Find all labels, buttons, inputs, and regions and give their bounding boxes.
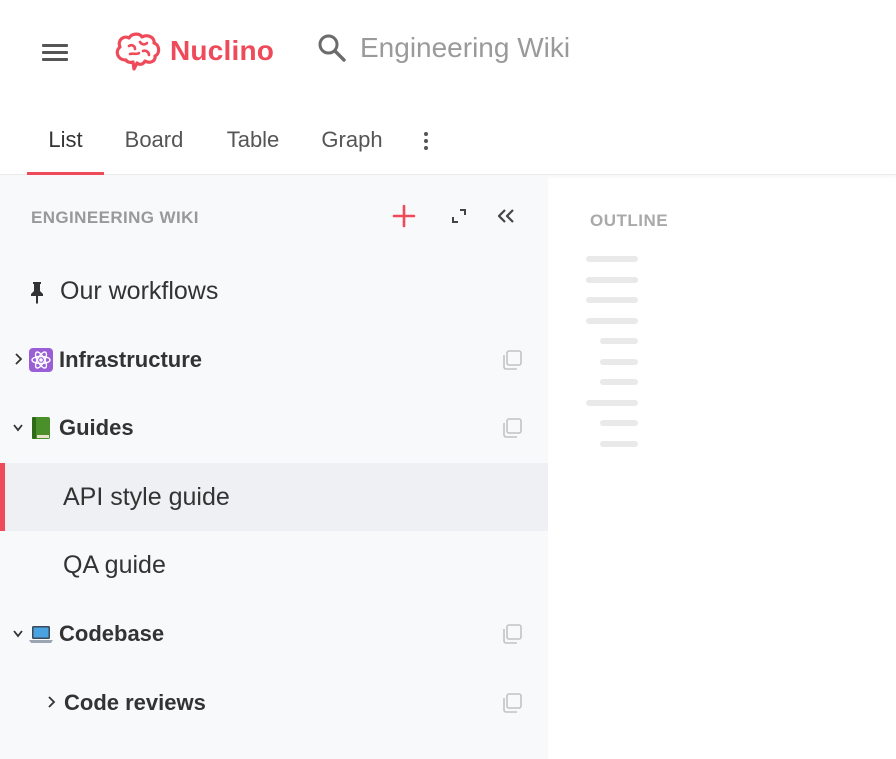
chevron-down-icon[interactable] <box>12 420 24 434</box>
tree-item-infrastructure[interactable]: Infrastructure <box>0 326 548 394</box>
app-name: Nuclino <box>170 35 275 66</box>
tab-table[interactable]: Table <box>215 105 291 175</box>
sidebar: ENGINEERING WIKI Our workflows Infrastru… <box>0 176 548 759</box>
tree-item-qa-guide[interactable]: QA guide <box>0 531 548 599</box>
green-book-icon <box>32 417 50 439</box>
tree-item-code-reviews[interactable]: Code reviews <box>0 669 548 737</box>
outline-placeholder-line <box>600 359 638 365</box>
chevron-right-icon[interactable] <box>13 352 25 366</box>
tree-item-label: Codebase <box>59 621 165 646</box>
add-item-button[interactable] <box>390 202 418 230</box>
copy-icon[interactable] <box>500 691 524 715</box>
tab-board[interactable]: Board <box>114 105 194 175</box>
outline-placeholder-line <box>600 420 638 426</box>
tree-item-label: Code reviews <box>64 690 206 715</box>
search-field[interactable]: Engineering Wiki <box>316 32 570 64</box>
copy-icon[interactable] <box>500 416 524 440</box>
view-tabs: List Board Table Graph <box>0 105 896 175</box>
tree-item-label: Guides <box>59 415 134 440</box>
outline-placeholder-line <box>586 277 638 283</box>
tree-item-guides[interactable]: Guides <box>0 394 548 462</box>
tree-item-label: QA guide <box>63 550 166 579</box>
outline-placeholder-line <box>586 256 638 262</box>
pin-icon <box>31 282 43 304</box>
brain-icon <box>115 32 161 71</box>
laptop-icon <box>29 626 53 643</box>
outline-placeholder-line <box>586 297 638 303</box>
tree-item-codebase[interactable]: Codebase <box>0 600 548 668</box>
more-options-icon[interactable] <box>414 129 438 153</box>
outline-placeholder-line <box>600 441 638 447</box>
tree-item-label: API style guide <box>63 482 230 511</box>
double-chevron-left-icon <box>497 209 514 223</box>
tree-item-label: Infrastructure <box>59 347 203 372</box>
atom-icon <box>29 348 53 372</box>
collapse-sidebar-button[interactable] <box>492 202 520 230</box>
sidebar-title: ENGINEERING WIKI <box>31 208 199 227</box>
outline-title: OUTLINE <box>590 211 669 230</box>
search-icon <box>318 34 346 62</box>
outline-placeholder-line <box>600 338 638 344</box>
top-bar: Nuclino Engineering Wiki <box>0 0 896 105</box>
outline-placeholder-line <box>600 379 638 385</box>
plus-icon <box>392 204 416 228</box>
copy-icon[interactable] <box>500 348 524 372</box>
search-text: Engineering Wiki <box>360 32 571 63</box>
chevron-down-icon[interactable] <box>12 626 24 640</box>
menu-icon[interactable] <box>42 44 68 62</box>
app-logo[interactable]: Nuclino <box>112 30 274 72</box>
tab-list[interactable]: List <box>27 105 104 175</box>
outline-placeholder-line <box>586 400 638 406</box>
chevron-right-icon[interactable] <box>46 695 58 709</box>
expand-icon <box>452 209 466 223</box>
tree-item-our-workflows[interactable]: Our workflows <box>0 257 548 325</box>
tree-item-label: Our workflows <box>60 276 219 305</box>
tree-item-api-style-guide[interactable]: API style guide <box>0 463 548 531</box>
outline-placeholder-line <box>586 318 638 324</box>
expand-all-button[interactable] <box>445 202 473 230</box>
tab-graph[interactable]: Graph <box>311 105 393 175</box>
copy-icon[interactable] <box>500 622 524 646</box>
